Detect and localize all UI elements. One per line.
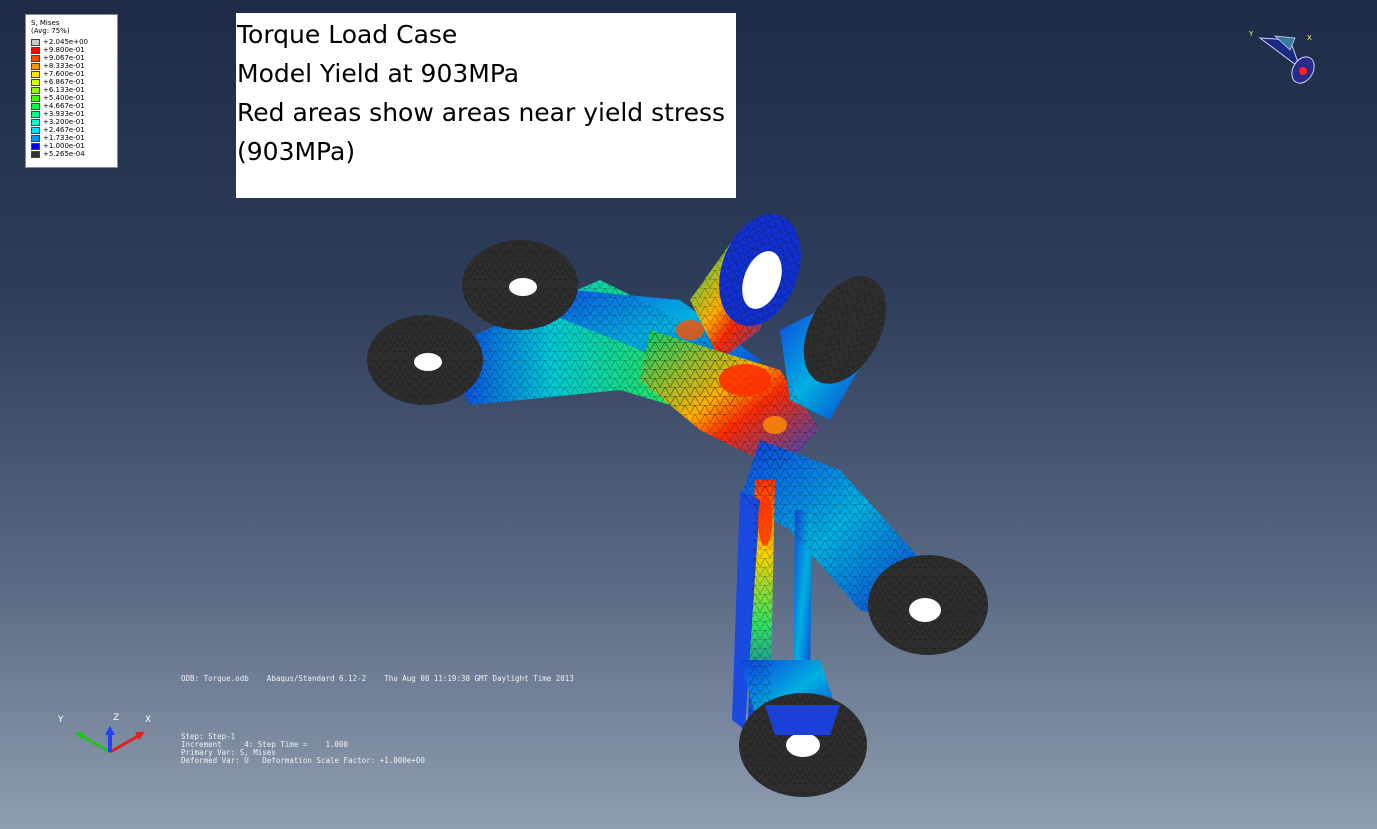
triad-z-label: Z	[113, 713, 119, 723]
deformed-var-label: Deformed Var: U Deformation Scale Factor…	[181, 756, 425, 765]
triad-y-label: Y	[57, 715, 64, 725]
triad-x-label: X	[145, 715, 151, 725]
model-viewport[interactable]	[0, 0, 1377, 829]
odb-info: ODB: Torque.odb Abaqus/Standard 6.12-2 T…	[181, 674, 574, 683]
step-info: Step: Step-1 Increment 4: Step Time = 1.0…	[181, 733, 425, 765]
axis-triad: Y Z X	[57, 713, 151, 754]
compass-x-label: X	[1307, 34, 1312, 42]
compass-y-label: Y	[1248, 30, 1254, 38]
view-compass-icon[interactable]: Y X	[1245, 28, 1325, 94]
